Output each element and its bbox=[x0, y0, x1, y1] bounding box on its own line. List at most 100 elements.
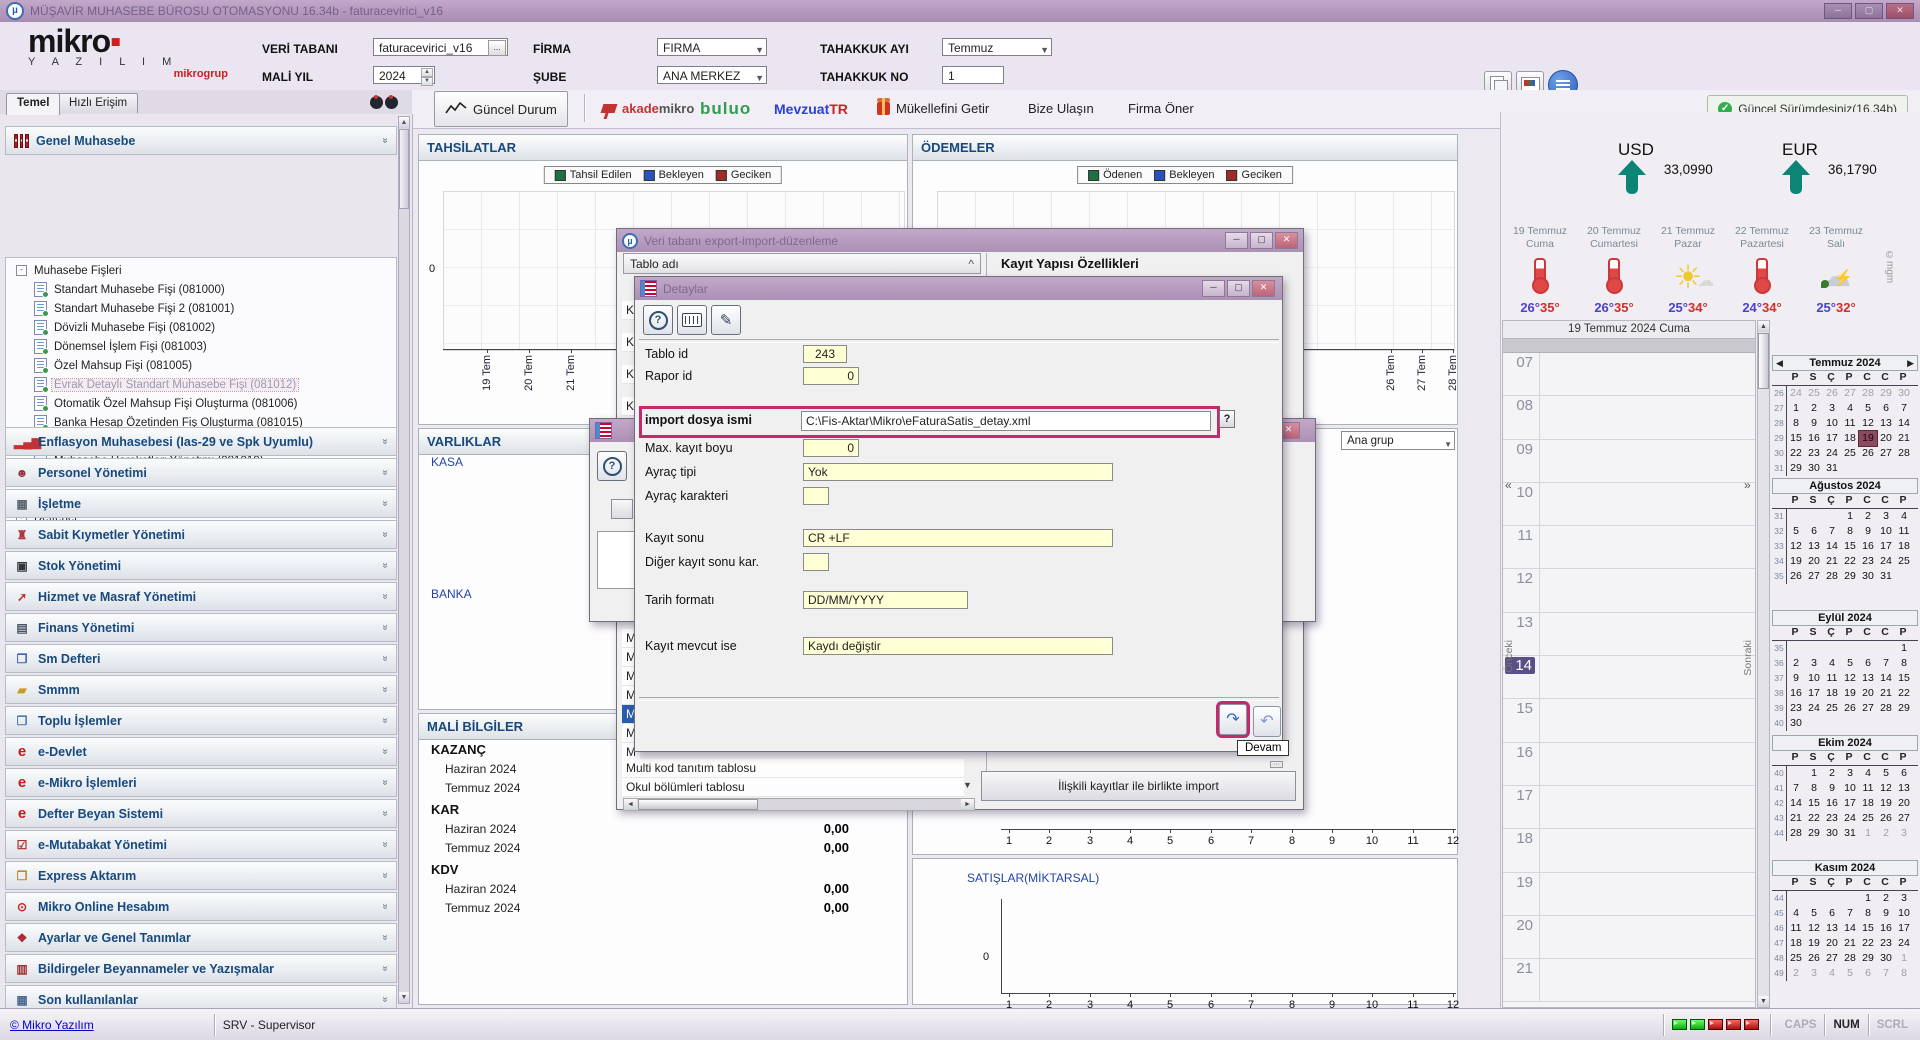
next-day-chevron-icon[interactable]: » bbox=[1744, 478, 1751, 492]
calendar-day[interactable]: 8 bbox=[1805, 781, 1823, 796]
calendar-day[interactable]: 31 bbox=[1823, 461, 1841, 476]
calendar-day[interactable]: 2 bbox=[1877, 891, 1895, 906]
calendar-day[interactable] bbox=[1859, 461, 1877, 476]
minimize-icon[interactable]: ─ bbox=[1202, 280, 1225, 297]
calendar-day[interactable]: 16 bbox=[1877, 921, 1895, 936]
calendar-day[interactable] bbox=[1805, 716, 1823, 731]
ana-grup-select[interactable]: Ana grup▼ bbox=[1341, 431, 1455, 450]
help-button[interactable]: ? bbox=[643, 305, 673, 335]
calendar-day[interactable]: 21 bbox=[1787, 811, 1805, 826]
calendar-day[interactable]: 28 bbox=[1787, 826, 1805, 841]
calendar-day[interactable]: 1 bbox=[1895, 641, 1913, 656]
calendar-day[interactable]: 13 bbox=[1877, 416, 1895, 431]
calendar-day[interactable]: 7 bbox=[1841, 906, 1859, 921]
calendar-day[interactable]: 17 bbox=[1895, 921, 1913, 936]
minimize-icon[interactable]: ─ bbox=[1225, 232, 1248, 249]
calendar-day[interactable]: 28 bbox=[1859, 386, 1877, 401]
calendar-day[interactable]: 20 bbox=[1805, 554, 1823, 569]
tab-temel[interactable]: Temel bbox=[6, 93, 60, 115]
calendar-day[interactable]: 10 bbox=[1805, 671, 1823, 686]
calendar-day[interactable]: 29 bbox=[1895, 701, 1913, 716]
calendar-day[interactable]: 4 bbox=[1823, 966, 1841, 981]
calendar-day[interactable]: 12 bbox=[1841, 671, 1859, 686]
calendar-day[interactable]: 23 bbox=[1805, 446, 1823, 461]
field-input-kay-t-sonu[interactable]: CR +LF bbox=[803, 529, 1113, 547]
tahakkuk-ayi-select[interactable]: Temmuz▼ bbox=[942, 38, 1052, 56]
calendar-day[interactable] bbox=[1877, 716, 1895, 731]
sidebar-item-stok-y-netimi[interactable]: ▣Stok Yönetimi» bbox=[5, 551, 397, 580]
sidebar-item-defter-beyan-sistemi[interactable]: eDefter Beyan Sistemi» bbox=[5, 799, 397, 828]
mali-yil-spinner[interactable]: ▲▼ bbox=[421, 68, 433, 82]
calendar-day[interactable]: 6 bbox=[1805, 524, 1823, 539]
prev-day-chevron-icon[interactable]: « bbox=[1505, 478, 1512, 492]
calendar-day[interactable]: 15 bbox=[1841, 539, 1859, 554]
calendar-day[interactable]: 1 bbox=[1841, 509, 1859, 524]
calendar-day[interactable]: 30 bbox=[1823, 826, 1841, 841]
calendar-day[interactable]: 3 bbox=[1805, 966, 1823, 981]
calendar-day[interactable]: 6 bbox=[1895, 766, 1913, 781]
minimize-icon[interactable]: ─ bbox=[1824, 3, 1852, 19]
tree-item[interactable]: Dövizli Muhasebe Fişi (081002) bbox=[6, 318, 396, 337]
hour-row[interactable]: 10 bbox=[1503, 483, 1755, 526]
search-binoculars-icon[interactable] bbox=[370, 92, 404, 114]
maximize-icon[interactable]: ▢ bbox=[1227, 280, 1250, 297]
calendar-day[interactable]: 25 bbox=[1841, 446, 1859, 461]
calendar-day[interactable]: 1 bbox=[1895, 951, 1913, 966]
calendar-day[interactable]: 17 bbox=[1877, 539, 1895, 554]
calendar-day[interactable]: 14 bbox=[1841, 921, 1859, 936]
calendar-day[interactable]: 4 bbox=[1859, 766, 1877, 781]
table-list-item[interactable]: Multi kod tanıtım tablosu bbox=[622, 759, 964, 778]
sidebar-item-i-letme[interactable]: ▦İşletme» bbox=[5, 489, 397, 518]
dialog-title-bar[interactable]: µ Veri tabanı export-import-düzenleme ─ … bbox=[617, 229, 1303, 252]
edit-button[interactable]: ✎ bbox=[711, 305, 741, 335]
calendar-day[interactable]: 30 bbox=[1877, 951, 1895, 966]
calendar-day[interactable]: 29 bbox=[1877, 386, 1895, 401]
calendar-day[interactable]: 30 bbox=[1895, 386, 1913, 401]
import-dosya-input[interactable]: C:\Fis-Aktar\Mikro\eFaturaSatis_detay.xm… bbox=[801, 411, 1211, 431]
varlik-item-kasa[interactable]: KASA bbox=[431, 455, 463, 469]
calendar-day[interactable]: 22 bbox=[1841, 554, 1859, 569]
calendar-day[interactable] bbox=[1805, 891, 1823, 906]
calendar-day[interactable]: 6 bbox=[1823, 906, 1841, 921]
calendar-day[interactable]: 6 bbox=[1859, 966, 1877, 981]
calendar-day[interactable] bbox=[1787, 509, 1805, 524]
calendar-day[interactable]: 5 bbox=[1859, 401, 1877, 416]
sidebar-item-finans-y-netimi[interactable]: ▤Finans Yönetimi» bbox=[5, 613, 397, 642]
hour-row[interactable]: 08 bbox=[1503, 396, 1755, 439]
calendar-scrollbar[interactable]: ▲ ▼ bbox=[1757, 320, 1770, 1008]
sidebar-item-mikro-online-hesab-m[interactable]: ⊙Mikro Online Hesabım» bbox=[5, 892, 397, 921]
maximize-icon[interactable]: ▢ bbox=[1250, 232, 1273, 249]
calendar-day[interactable]: 19 bbox=[1787, 554, 1805, 569]
calendar-day[interactable]: 18 bbox=[1823, 686, 1841, 701]
calendar-day[interactable]: 25 bbox=[1805, 386, 1823, 401]
calendar-day[interactable]: 29 bbox=[1805, 826, 1823, 841]
calendar-day[interactable] bbox=[1895, 716, 1913, 731]
field-input-kay-t-mevcut-ise[interactable]: Kaydı değiştir bbox=[803, 637, 1113, 655]
tree-item[interactable]: Evrak Detaylı Standart Muhasebe Fişi (08… bbox=[6, 375, 396, 394]
hour-row[interactable]: 09 bbox=[1503, 440, 1755, 483]
calendar-day[interactable]: 19 bbox=[1805, 936, 1823, 951]
scroll-down-icon[interactable]: ▼ bbox=[399, 992, 409, 1003]
calendar-day[interactable]: 21 bbox=[1895, 431, 1913, 446]
calendar-day[interactable] bbox=[1823, 509, 1841, 524]
mali-yil-input[interactable]: 2024▲▼ bbox=[373, 66, 435, 84]
sube-select[interactable]: ANA MERKEZ▼ bbox=[657, 66, 767, 84]
field-input-tablo-id[interactable]: 243 bbox=[803, 345, 847, 363]
import-help-button[interactable]: ? bbox=[1219, 410, 1235, 428]
calendar-day[interactable]: 20 bbox=[1823, 936, 1841, 951]
calendar-day[interactable]: 7 bbox=[1877, 966, 1895, 981]
sidebar-item-hizmet-ve-masraf-y-netimi[interactable]: ➚Hizmet ve Masraf Yönetimi» bbox=[5, 582, 397, 611]
calendar-day[interactable]: 6 bbox=[1859, 656, 1877, 671]
scroll-up-icon[interactable]: ▲ bbox=[1758, 321, 1769, 332]
calendar-day[interactable]: 3 bbox=[1823, 401, 1841, 416]
tree-item[interactable]: Standart Muhasebe Fişi (081000) bbox=[6, 280, 396, 299]
calendar-day[interactable]: 1 bbox=[1805, 766, 1823, 781]
calendar-day[interactable] bbox=[1805, 641, 1823, 656]
keyboard-button[interactable] bbox=[677, 305, 707, 335]
bize-ulasin-button[interactable]: Bize Ulaşın bbox=[1028, 90, 1094, 127]
sidebar-item-e-mikro-i-lemleri[interactable]: ee-Mikro İşlemleri» bbox=[5, 768, 397, 797]
help-button[interactable]: ? bbox=[597, 451, 627, 481]
hour-row[interactable]: 16 bbox=[1503, 743, 1755, 786]
calendar-day[interactable]: 29 bbox=[1859, 951, 1877, 966]
calendar-day[interactable]: 7 bbox=[1877, 656, 1895, 671]
